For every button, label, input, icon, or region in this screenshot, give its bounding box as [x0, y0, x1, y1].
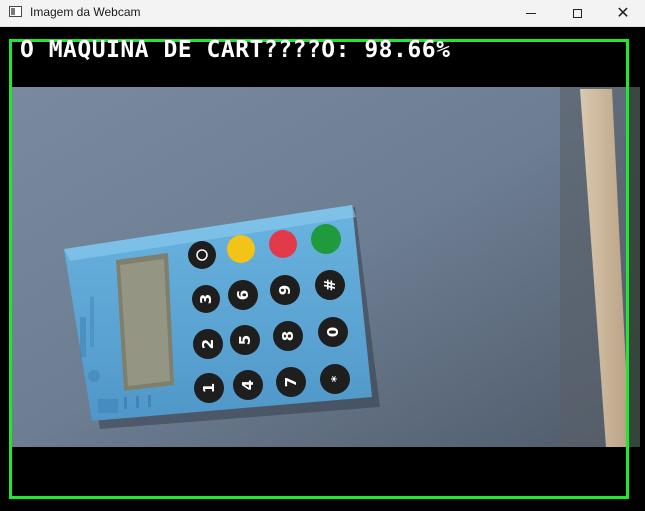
minimize-icon	[526, 12, 536, 14]
minimize-button[interactable]	[508, 0, 554, 26]
detection-label: O MAQUINA DE CART????O: 98.66%	[20, 37, 451, 63]
window-app-icon	[9, 6, 22, 17]
maximize-button[interactable]	[554, 0, 600, 26]
close-icon: ✕	[616, 3, 630, 22]
title-bar[interactable]: Imagem da Webcam ✕	[0, 0, 645, 27]
webcam-window: Imagem da Webcam ✕ 3 6 9 # 2 5 8 0 1 4 7…	[0, 0, 645, 511]
maximize-icon	[572, 8, 582, 18]
detection-bounding-box	[9, 39, 629, 499]
window-title: Imagem da Webcam	[30, 5, 141, 19]
webcam-canvas: 3 6 9 # 2 5 8 0 1 4 7 * O MAQUINA DE CAR…	[0, 27, 645, 511]
close-button[interactable]: ✕	[600, 0, 645, 26]
